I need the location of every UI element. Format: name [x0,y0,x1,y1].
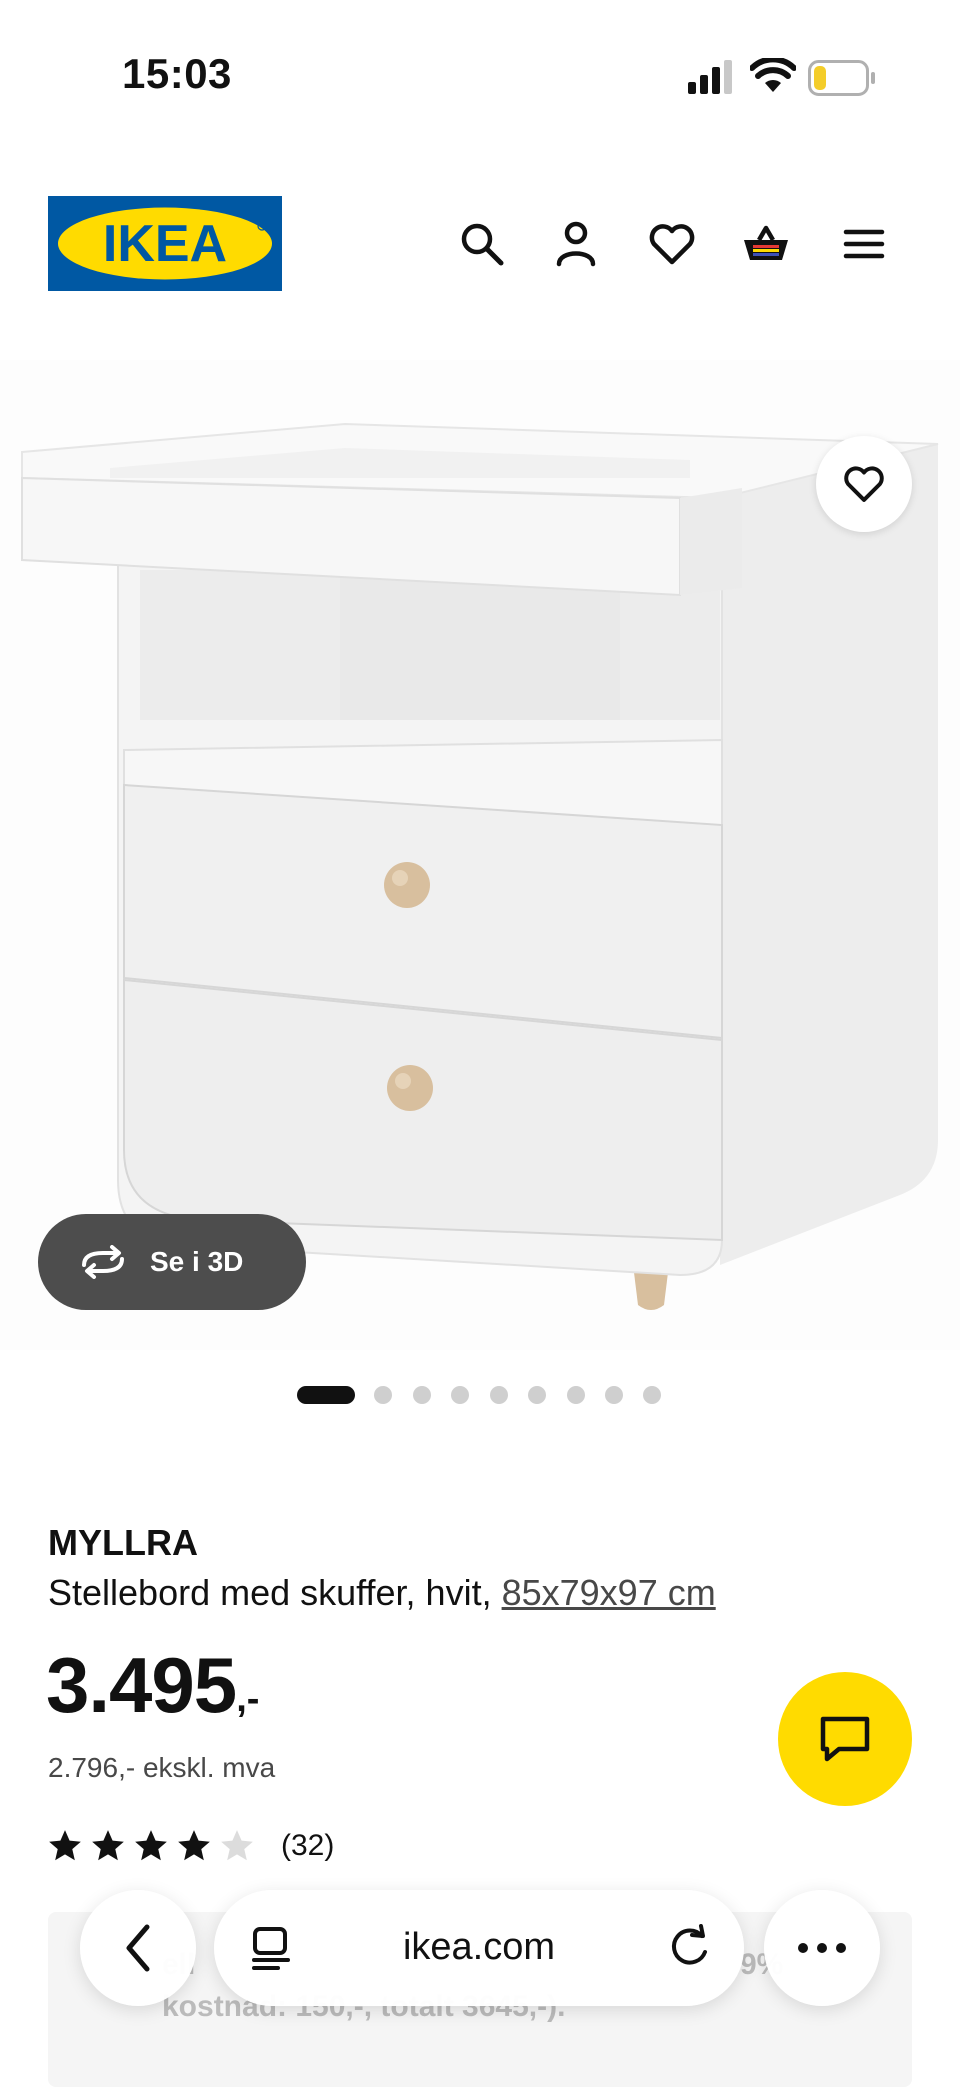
heart-icon [844,466,884,502]
signal-icon [688,60,732,94]
ikea-logo[interactable]: IKEA [48,196,282,291]
star-filled-icon [178,1830,210,1861]
svg-text:IKEA: IKEA [103,215,227,273]
account-icon[interactable] [550,218,602,270]
view-3d-label: Se i 3D [150,1246,244,1277]
rotate-3d-icon [82,1245,124,1279]
status-time: 15:03 [122,50,232,97]
star-empty-icon [221,1830,253,1861]
back-button[interactable] [80,1890,196,2006]
carousel-dot[interactable] [374,1386,392,1404]
star-filled-icon [135,1830,167,1861]
carousel-dot[interactable] [490,1386,508,1404]
star-filled-icon [92,1830,124,1861]
url-text: ikea.com [402,1926,556,1968]
carousel-dot[interactable] [451,1386,469,1404]
carousel-dot[interactable] [643,1386,661,1404]
address-bar[interactable]: ikea.com [214,1890,744,2006]
more-dots-icon [798,1943,846,1953]
product-name: MYLLRA [48,1522,198,1563]
chat-button[interactable] [778,1672,912,1806]
more-button[interactable] [764,1890,880,2006]
product-dimensions-link[interactable]: 85x79x97 cm [502,1572,716,1613]
product-image[interactable] [0,360,960,1350]
heart-icon[interactable] [646,218,698,270]
price-excl-vat: 2.796,- ekskl. mva [48,1752,276,1783]
price-suffix: ,- [236,1678,260,1720]
menu-icon[interactable] [838,218,890,270]
product-price: 3.495 ,- [46,1646,259,1724]
status-bar: 15:03 [0,0,960,150]
star-filled-icon [49,1830,81,1861]
product-rating[interactable]: (32) [46,1826,334,1866]
carousel-dot[interactable] [413,1386,431,1404]
image-carousel-dots [0,1384,960,1408]
reload-icon[interactable] [666,1924,712,1970]
search-icon[interactable] [456,218,508,270]
view-3d-button[interactable]: Se i 3D [38,1214,306,1310]
logo-graphic: IKEA [48,196,282,291]
chevron-left-icon [126,1924,150,1972]
site-header: IKEA [0,150,960,340]
favorite-button[interactable] [816,436,912,532]
wifi-icon [750,58,796,92]
basket-icon[interactable] [740,218,792,270]
chat-icon [820,1716,870,1762]
price-value: 3.495 [46,1641,237,1729]
carousel-dot[interactable] [297,1386,355,1404]
battery-icon [808,60,875,96]
product-description-text: Stellebord med skuffer, hvit, [48,1572,492,1613]
product-description: Stellebord med skuffer, hvit, 85x79x97 c… [48,1572,716,1614]
carousel-dot[interactable] [528,1386,546,1404]
carousel-dot[interactable] [567,1386,585,1404]
rating-count: (32) [281,1829,335,1862]
carousel-dot[interactable] [605,1386,623,1404]
